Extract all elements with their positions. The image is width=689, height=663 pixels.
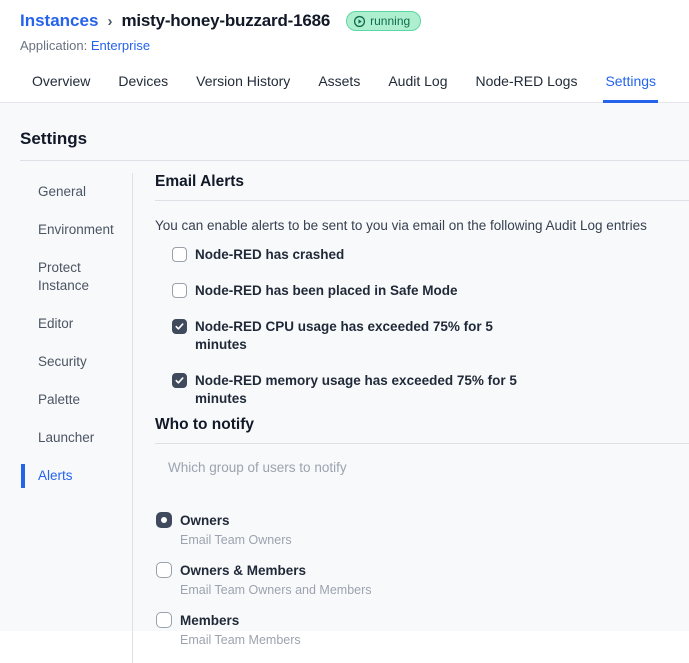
- notify-option-label[interactable]: Owners & Members: [180, 562, 372, 579]
- notify-option-sublabel: Email Team Owners and Members: [180, 583, 372, 597]
- tab-assets[interactable]: Assets: [316, 62, 362, 103]
- checkbox-checked-icon[interactable]: [172, 319, 187, 334]
- alert-option-node-red-has-crashed[interactable]: Node-RED has crashed: [172, 246, 689, 264]
- notify-option-label[interactable]: Members: [180, 612, 301, 629]
- notify-option-sublabel: Email Team Owners: [180, 533, 292, 547]
- who-to-notify-title: Who to notify: [155, 416, 689, 444]
- settings-main: Email Alerts You can enable alerts to be…: [133, 173, 689, 663]
- section-who-to-notify: Who to notify Which group of users to no…: [155, 416, 689, 648]
- sidebar-item-environment[interactable]: Environment: [0, 211, 132, 249]
- alert-option-label[interactable]: Node-RED has crashed: [195, 246, 344, 264]
- notify-option-texts: Owners & Members Email Team Owners and Me…: [180, 562, 372, 598]
- sidebar-item-editor[interactable]: Editor: [0, 305, 132, 343]
- radio-unselected[interactable]: [156, 562, 172, 578]
- radio-unselected[interactable]: [156, 612, 172, 628]
- section-email-alerts: Email Alerts You can enable alerts to be…: [155, 173, 689, 408]
- status-badge-label: running: [370, 14, 411, 28]
- sidebar-item-alerts[interactable]: Alerts: [0, 457, 132, 495]
- checkbox-checked-icon[interactable]: [172, 373, 187, 388]
- radio-dot: [161, 517, 167, 523]
- sidebar-item-general[interactable]: General: [0, 173, 132, 211]
- who-to-notify-description: Which group of users to notify: [168, 460, 347, 475]
- sidebar-item-protect-instance[interactable]: Protect Instance: [0, 249, 132, 305]
- notify-option-texts: Members Email Team Members: [180, 612, 301, 648]
- notify-option-members[interactable]: Members Email Team Members: [156, 612, 689, 648]
- instance-name: misty-honey-buzzard-1686: [121, 11, 331, 30]
- notify-option-label[interactable]: Owners: [180, 512, 292, 529]
- settings-page: Settings General Environment Protect Insta…: [0, 103, 689, 663]
- page-title: Settings: [20, 129, 689, 161]
- alert-option-label[interactable]: Node-RED memory usage has exceeded 75% f…: [195, 372, 538, 408]
- tab-devices[interactable]: Devices: [116, 62, 170, 103]
- chevron-right-icon: ›: [107, 12, 113, 30]
- alert-option-node-red-has-been-placed-in-safe-mode[interactable]: Node-RED has been placed in Safe Mode: [172, 282, 689, 300]
- email-alerts-options: Node-RED has crashed Node-RED has been pl…: [155, 246, 689, 408]
- settings-sidebar: General Environment Protect Instance Editor…: [0, 173, 133, 663]
- tab-version-history[interactable]: Version History: [194, 62, 292, 103]
- radio-selected-icon[interactable]: [156, 512, 172, 528]
- notify-option-texts: Owners Email Team Owners: [180, 512, 292, 548]
- page-header: Instances › misty-honey-buzzard-1686 run…: [0, 0, 689, 53]
- email-alerts-description: You can enable alerts to be sent to you …: [155, 218, 647, 233]
- instance-tabs: Overview Devices Version History Assets Audi…: [0, 62, 689, 103]
- alert-option-label[interactable]: Node-RED has been placed in Safe Mode: [195, 282, 458, 300]
- sidebar-item-palette[interactable]: Palette: [0, 381, 132, 419]
- breadcrumb: Instances › misty-honey-buzzard-1686 run…: [20, 11, 669, 31]
- checkbox-unchecked[interactable]: [172, 247, 187, 262]
- email-alerts-title: Email Alerts: [155, 173, 689, 201]
- tab-audit-log[interactable]: Audit Log: [386, 62, 449, 103]
- alert-option-node-red-memory-usage-has-exceeded-75-for-5-minutes[interactable]: Node-RED memory usage has exceeded 75% f…: [172, 372, 689, 408]
- status-badge: running: [346, 11, 422, 31]
- checkbox-unchecked[interactable]: [172, 283, 187, 298]
- tab-node-red-logs[interactable]: Node-RED Logs: [474, 62, 580, 103]
- notify-option-owners-members[interactable]: Owners & Members Email Team Owners and Me…: [156, 562, 689, 598]
- play-circle-icon: [354, 15, 366, 27]
- alert-option-label[interactable]: Node-RED CPU usage has exceeded 75% for …: [195, 318, 538, 354]
- alert-option-node-red-cpu-usage-has-exceeded-75-for-5-minutes[interactable]: Node-RED CPU usage has exceeded 75% for …: [172, 318, 689, 354]
- breadcrumb-instances-link[interactable]: Instances: [20, 11, 98, 31]
- application-link[interactable]: Enterprise: [91, 38, 150, 53]
- notify-option-owners[interactable]: Owners Email Team Owners: [156, 512, 689, 548]
- who-to-notify-options: Owners Email Team Owners Owners & Members E…: [155, 512, 689, 648]
- notify-option-sublabel: Email Team Members: [180, 633, 301, 647]
- application-label: Application:: [20, 38, 88, 53]
- sidebar-item-security[interactable]: Security: [0, 343, 132, 381]
- sidebar-item-launcher[interactable]: Launcher: [0, 419, 132, 457]
- tab-settings[interactable]: Settings: [603, 62, 659, 103]
- tab-overview[interactable]: Overview: [30, 62, 92, 103]
- application-row: Application: Enterprise: [20, 38, 669, 53]
